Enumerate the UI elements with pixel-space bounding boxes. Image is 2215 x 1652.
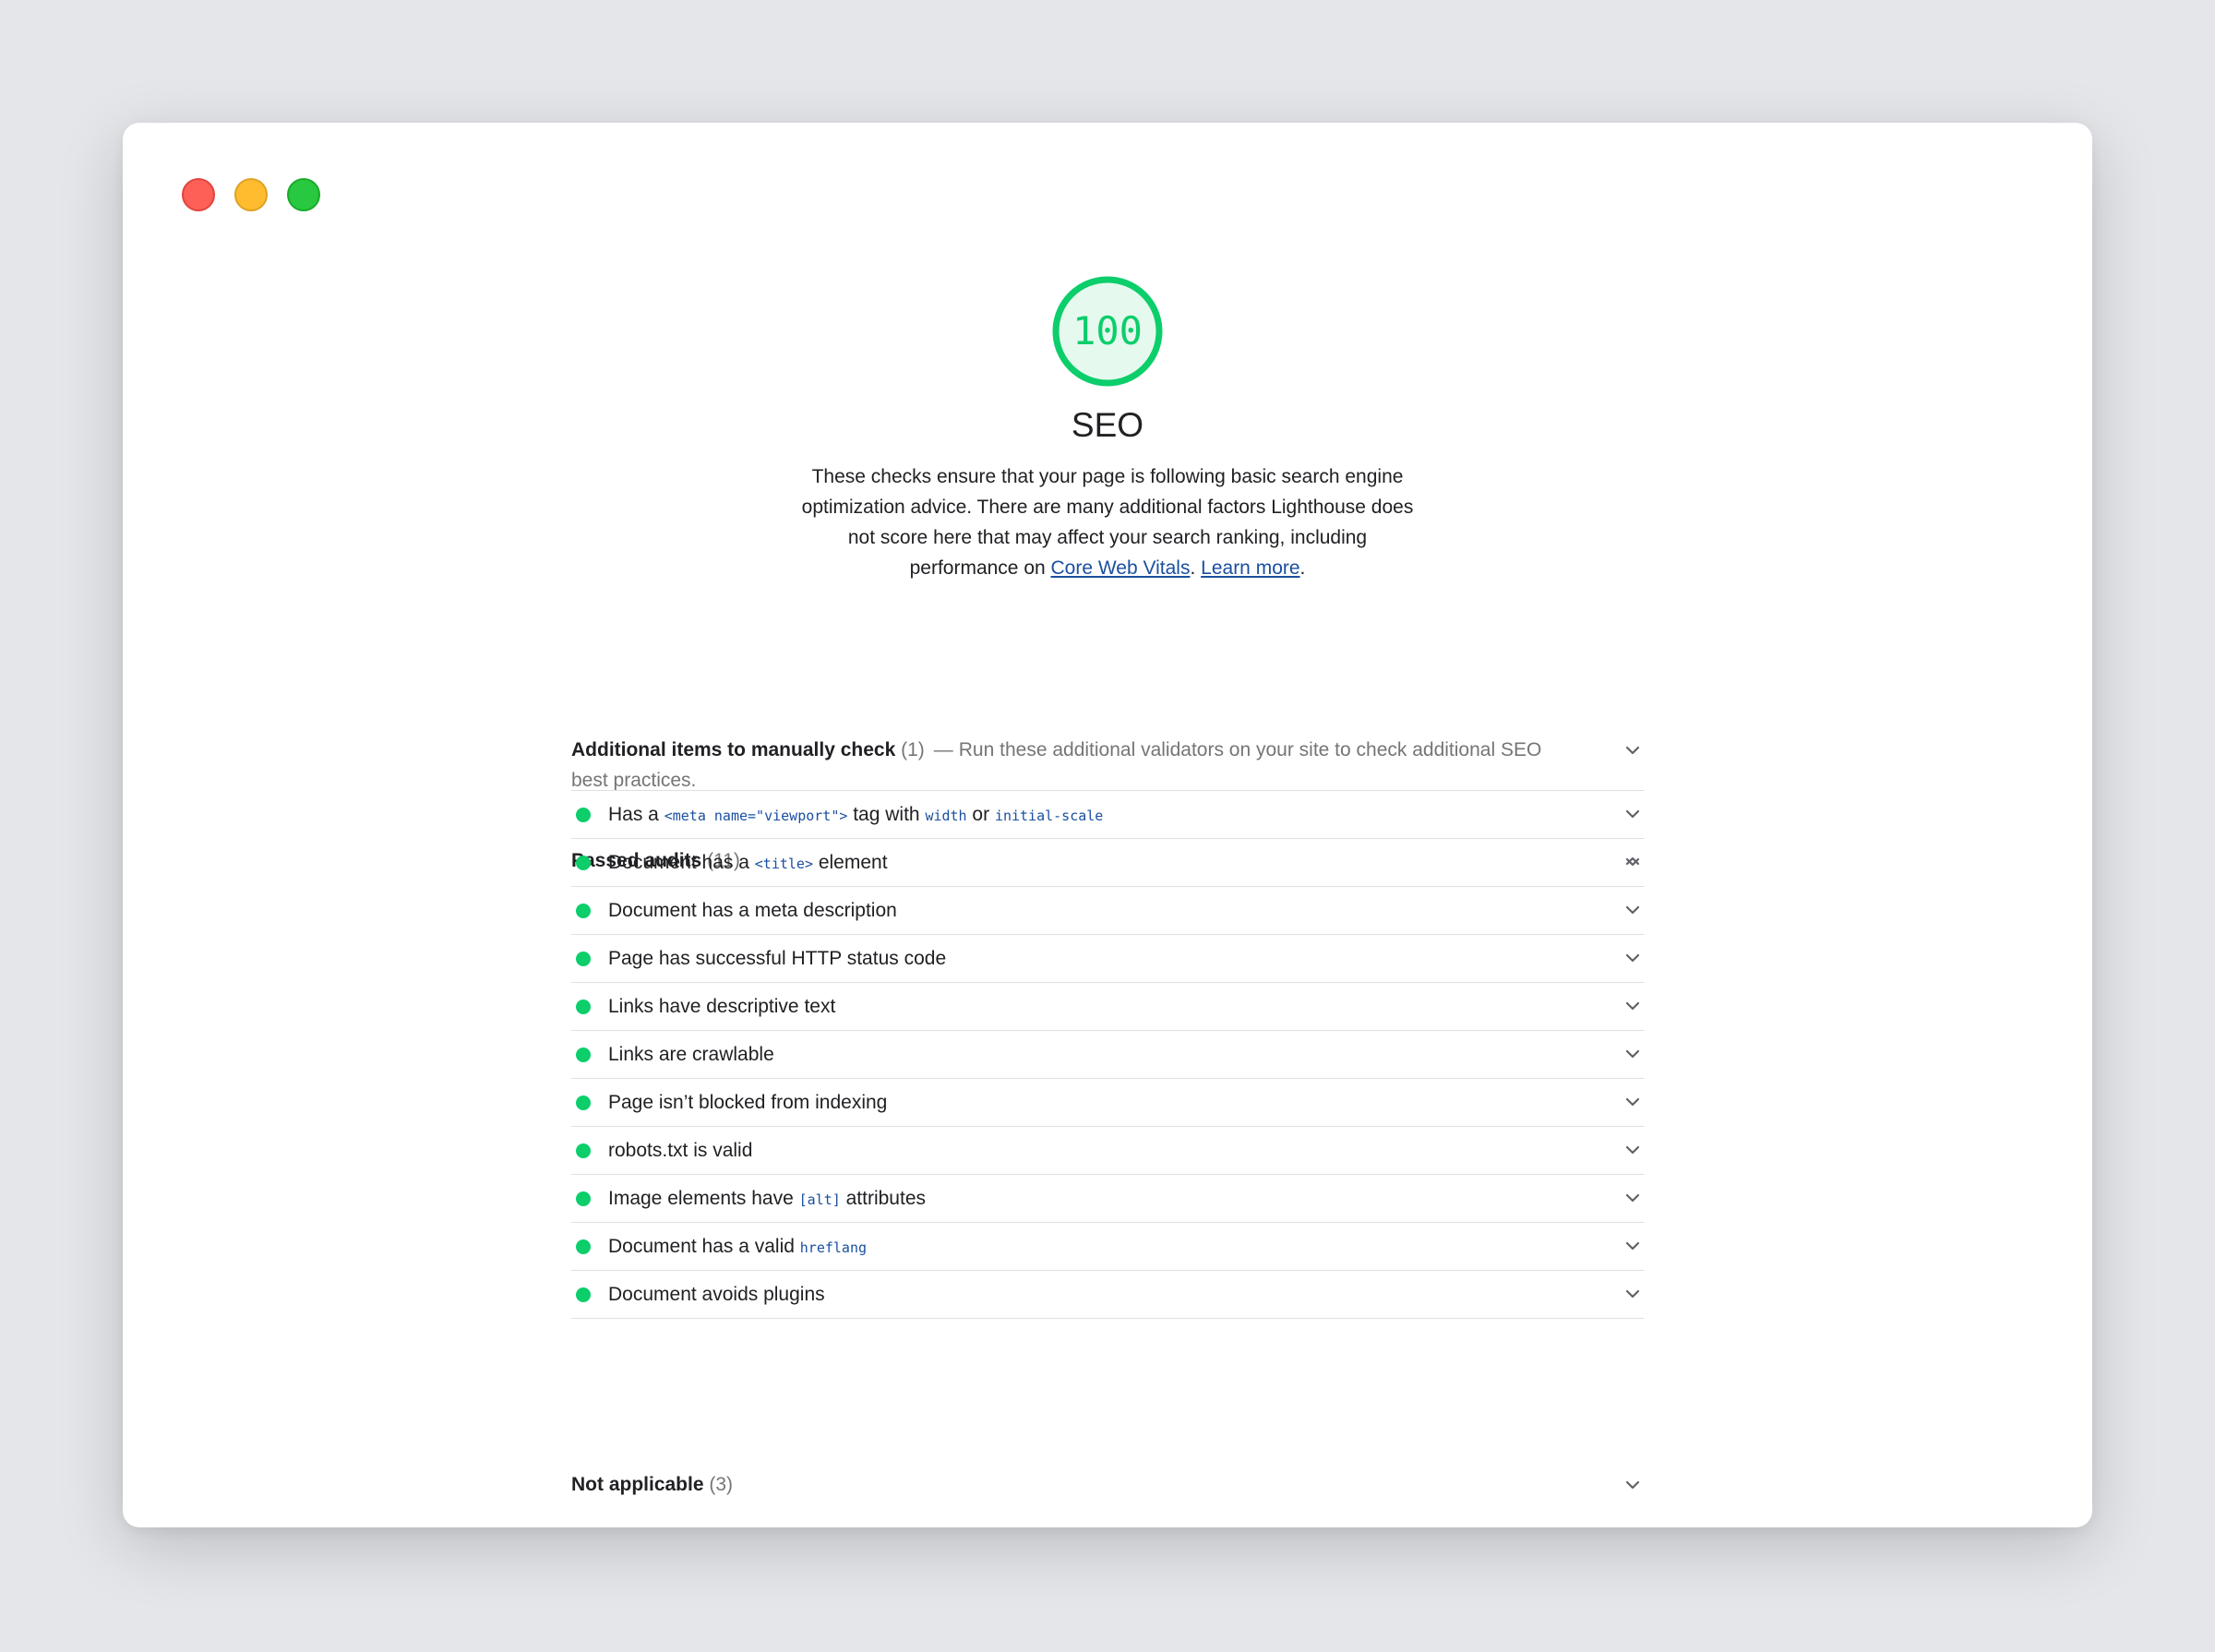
audit-title-text: element	[812, 851, 888, 873]
audit-row-meta-description[interactable]: Document has a meta description	[571, 887, 1644, 935]
audit-row-meta-viewport[interactable]: Has a <meta name="viewport"> tag with wi…	[571, 791, 1644, 839]
pass-status-icon	[576, 807, 591, 822]
description-end: .	[1299, 557, 1306, 579]
chevron-down-icon[interactable]	[1622, 1235, 1644, 1257]
chevron-down-icon[interactable]	[1622, 851, 1644, 873]
audit-title: Page isn’t blocked from indexing	[608, 1091, 888, 1113]
audit-title-text: or	[966, 803, 995, 825]
chevron-down-icon[interactable]	[1622, 1043, 1644, 1065]
audit-title: Image elements have [alt] attributes	[608, 1188, 926, 1210]
pass-status-icon	[576, 1191, 591, 1206]
audit-title-code: <meta name="viewport">	[664, 807, 848, 824]
pass-status-icon	[576, 855, 591, 870]
audit-title: Page has successful HTTP status code	[608, 947, 947, 969]
chevron-down-icon[interactable]	[1622, 1283, 1644, 1305]
audit-title-text: Image elements have	[608, 1187, 799, 1209]
pass-status-icon	[576, 903, 591, 918]
description-separator: .	[1190, 557, 1202, 579]
audit-title: Links are crawlable	[608, 1043, 774, 1065]
audit-title: Document has a valid hreflang	[608, 1236, 867, 1258]
not-applicable-count: (3)	[709, 1474, 734, 1495]
audit-row-crawlable-anchors[interactable]: Links are crawlable	[571, 1031, 1644, 1079]
chevron-down-icon[interactable]	[1622, 1187, 1644, 1209]
chevron-down-icon[interactable]	[1622, 995, 1644, 1017]
manual-check-group-header[interactable]: Additional items to manually check (1) — R…	[571, 735, 1644, 796]
audit-row-is-crawlable[interactable]: Page isn’t blocked from indexing	[571, 1079, 1644, 1127]
chevron-down-icon[interactable]	[1622, 739, 1644, 761]
audit-title: robots.txt is valid	[608, 1139, 753, 1161]
not-applicable-group-text: Not applicable (3)	[571, 1469, 1568, 1500]
close-window-button[interactable]	[182, 178, 215, 211]
pass-status-icon	[576, 951, 591, 966]
pass-status-icon	[576, 1095, 591, 1110]
chevron-down-icon[interactable]	[1622, 1139, 1644, 1161]
learn-more-link[interactable]: Learn more	[1201, 557, 1299, 579]
audit-title-code: width	[925, 807, 967, 824]
manual-check-title: Additional items to manually check	[571, 739, 896, 760]
chevron-down-icon[interactable]	[1622, 899, 1644, 921]
pass-status-icon	[576, 1143, 591, 1158]
audit-row-document-title[interactable]: Document has a <title> element	[571, 839, 1644, 887]
chevron-down-icon[interactable]	[1622, 1474, 1644, 1496]
audit-title-code: hreflang	[799, 1239, 868, 1256]
audit-title-code: [alt]	[798, 1191, 841, 1208]
manual-check-count: (1)	[901, 739, 925, 760]
audit-title: Links have descriptive text	[608, 995, 836, 1017]
maximize-window-button[interactable]	[287, 178, 320, 211]
category-title: SEO	[1071, 406, 1144, 444]
audit-title-text: Has a	[608, 803, 664, 825]
audit-title-text: Document has a valid	[608, 1235, 800, 1257]
audit-title: Document avoids plugins	[608, 1283, 825, 1305]
window-controls	[182, 178, 320, 211]
pass-status-icon	[576, 1239, 591, 1254]
manual-check-dash: —	[933, 739, 953, 760]
not-applicable-title: Not applicable	[571, 1474, 704, 1495]
audit-title-text: attributes	[840, 1187, 926, 1209]
audit-row-http-status-code[interactable]: Page has successful HTTP status code	[571, 935, 1644, 983]
audit-title-code: <title>	[754, 855, 813, 872]
pass-status-icon	[576, 999, 591, 1014]
audit-row-hreflang[interactable]: Document has a valid hreflang	[571, 1223, 1644, 1271]
audit-title-text: tag with	[847, 803, 926, 825]
audit-title: Has a <meta name="viewport"> tag with wi…	[608, 804, 1103, 826]
chevron-down-icon[interactable]	[1622, 803, 1644, 825]
audit-title-text: Document has a	[608, 851, 755, 873]
category-description: These checks ensure that your page is fo…	[793, 461, 1422, 583]
pass-status-icon	[576, 1287, 591, 1302]
audit-title: Document has a meta description	[608, 899, 897, 921]
minimize-window-button[interactable]	[234, 178, 268, 211]
audit-row-robots-txt[interactable]: robots.txt is valid	[571, 1127, 1644, 1175]
score-value: 100	[1072, 308, 1143, 353]
core-web-vitals-link[interactable]: Core Web Vitals	[1051, 557, 1191, 579]
audit-row-plugins[interactable]: Document avoids plugins	[571, 1271, 1644, 1319]
chevron-down-icon[interactable]	[1622, 947, 1644, 969]
audit-title-code: initial-scale	[994, 807, 1104, 824]
not-applicable-group-header[interactable]: Not applicable (3)	[571, 1469, 1644, 1500]
score-gauge: 100	[1052, 276, 1163, 387]
audit-title: Document has a <title> element	[608, 852, 888, 874]
audit-row-image-alt[interactable]: Image elements have [alt] attributes	[571, 1175, 1644, 1223]
manual-check-group-text: Additional items to manually check (1) — R…	[571, 735, 1568, 796]
pass-status-icon	[576, 1047, 591, 1062]
browser-window: 100 SEO These checks ensure that your pa…	[123, 123, 2092, 1527]
chevron-down-icon[interactable]	[1622, 1091, 1644, 1113]
audit-row-link-text[interactable]: Links have descriptive text	[571, 983, 1644, 1031]
passed-audits-list: Has a <meta name="viewport"> tag with wi…	[571, 790, 1644, 1319]
